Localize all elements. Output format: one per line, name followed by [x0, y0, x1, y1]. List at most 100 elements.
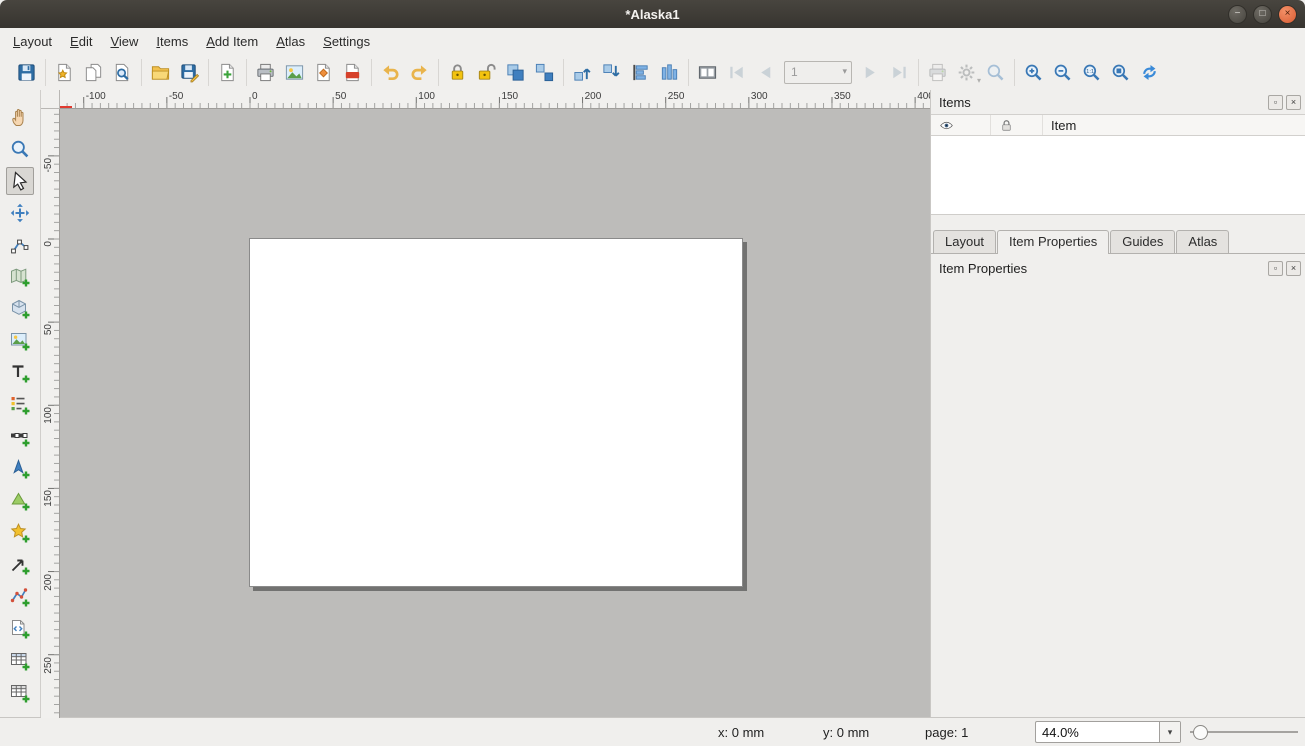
refresh-view-button[interactable] — [1136, 59, 1163, 86]
atlas-settings-button[interactable]: ▾ — [953, 59, 980, 86]
export-pdf-button[interactable] — [339, 59, 366, 86]
add-3d-map-tool[interactable] — [6, 295, 34, 323]
atlas-previous-feature-button[interactable] — [752, 59, 779, 86]
add-node-item-tool[interactable] — [6, 583, 34, 611]
zoom-level-value: 44.0% — [1042, 725, 1079, 740]
atlas-first-feature-button[interactable] — [723, 59, 750, 86]
add-fixed-table-tool[interactable] — [6, 679, 34, 707]
cursor-icon — [9, 170, 31, 192]
items-panel-close-button[interactable]: × — [1286, 95, 1301, 110]
edit-nodes-item-tool[interactable] — [6, 231, 34, 259]
raise-items-button[interactable] — [569, 59, 596, 86]
zoom-actual-icon: 1:1 — [1081, 62, 1102, 83]
toolbar-group: ▾ — [918, 59, 1014, 86]
menu-items[interactable]: Items — [147, 31, 197, 52]
pan-layout-tool[interactable] — [6, 103, 34, 131]
folder-icon — [150, 62, 171, 83]
add-north-arrow-tool[interactable] — [6, 455, 34, 483]
vertical-ruler[interactable]: -50050100150200250 — [41, 108, 60, 718]
atlas-feature-combo[interactable]: 1▾ — [784, 61, 852, 84]
atlas-last-feature-button[interactable] — [886, 59, 913, 86]
dropdown-arrow-icon[interactable]: ▾ — [1159, 722, 1180, 742]
items-panel-buttons: ▫ × — [1268, 95, 1301, 110]
unlock-items-button[interactable] — [473, 59, 500, 86]
menu-view[interactable]: View — [101, 31, 147, 52]
add-picture-tool[interactable] — [6, 327, 34, 355]
edit-nodes-icon — [9, 234, 31, 256]
export-svg-button[interactable] — [310, 59, 337, 86]
group-items-button[interactable] — [502, 59, 529, 86]
close-button[interactable]: × — [1278, 5, 1297, 24]
atlas-preview-button[interactable] — [694, 59, 721, 86]
move-content-icon — [9, 202, 31, 224]
layout-page[interactable] — [249, 238, 743, 587]
duplicate-layout-button[interactable] — [80, 59, 107, 86]
horizontal-ruler[interactable]: -100-50050100150200250300350400 — [59, 90, 930, 109]
tab-atlas[interactable]: Atlas — [1176, 230, 1229, 253]
zoom-full-extent-button[interactable] — [1107, 59, 1134, 86]
lock-items-button[interactable] — [444, 59, 471, 86]
redo-button[interactable] — [406, 59, 433, 86]
zoom-in-icon — [1023, 62, 1044, 83]
add-legend-tool[interactable] — [6, 391, 34, 419]
add-shape-tool[interactable] — [6, 487, 34, 515]
menu-settings[interactable]: Settings — [314, 31, 379, 52]
dropdown-arrow-icon: ▾ — [977, 77, 981, 85]
atlas-zoom-button[interactable] — [982, 59, 1009, 86]
zoom-tool[interactable] — [6, 135, 34, 163]
zoom-actual-size-button[interactable]: 1:1 — [1078, 59, 1105, 86]
add-attribute-table-tool[interactable] — [6, 647, 34, 675]
maximize-button[interactable]: □ — [1253, 5, 1272, 24]
new-layout-button[interactable] — [51, 59, 78, 86]
zoom-slider[interactable] — [1188, 718, 1302, 746]
add-scalebar-tool[interactable] — [6, 423, 34, 451]
lower-items-button[interactable] — [598, 59, 625, 86]
redo-icon — [409, 62, 430, 83]
select-move-item-tool[interactable] — [6, 167, 34, 195]
menu-atlas[interactable]: Atlas — [267, 31, 314, 52]
layout-manager-button[interactable] — [109, 59, 136, 86]
items-panel-float-button[interactable]: ▫ — [1268, 95, 1283, 110]
align-items-button[interactable] — [627, 59, 654, 86]
tab-guides[interactable]: Guides — [1110, 230, 1175, 253]
menu-edit[interactable]: Edit — [61, 31, 101, 52]
ruler-label: 150 — [43, 490, 54, 507]
zoom-in-button[interactable] — [1020, 59, 1047, 86]
tab-layout[interactable]: Layout — [933, 230, 996, 253]
save-project-button[interactable] — [13, 59, 40, 86]
load-template-button[interactable] — [147, 59, 174, 86]
distribute-items-button[interactable] — [656, 59, 683, 86]
minimize-button[interactable]: − — [1228, 5, 1247, 24]
atlas-next-feature-button[interactable] — [857, 59, 884, 86]
save-template-button[interactable] — [176, 59, 203, 86]
zoom-slider-handle[interactable] — [1193, 725, 1208, 740]
add-arrow-tool[interactable] — [6, 551, 34, 579]
ruler-label: 100 — [418, 91, 435, 102]
zoom-level-combo[interactable]: 44.0% ▾ — [1035, 721, 1181, 743]
toolbar-group — [246, 59, 371, 86]
unlock-icon — [476, 62, 497, 83]
lock-column-header — [991, 115, 1043, 135]
item-properties-float-button[interactable]: ▫ — [1268, 261, 1283, 276]
layout-canvas[interactable] — [59, 108, 930, 718]
add-label-icon — [9, 362, 31, 384]
titlebar[interactable]: *Alaska1 −□× — [0, 0, 1305, 29]
print-atlas-button[interactable] — [924, 59, 951, 86]
item-properties-close-button[interactable]: × — [1286, 261, 1301, 276]
top-toolbar: 1▾ ▾ 1:1 — [0, 54, 1305, 91]
move-item-content-tool[interactable] — [6, 199, 34, 227]
undo-button[interactable] — [377, 59, 404, 86]
print-button[interactable] — [252, 59, 279, 86]
zoom-out-button[interactable] — [1049, 59, 1076, 86]
menu-add-item[interactable]: Add Item — [197, 31, 267, 52]
menu-layout[interactable]: Layout — [4, 31, 61, 52]
export-image-button[interactable] — [281, 59, 308, 86]
add-marker-tool[interactable] — [6, 519, 34, 547]
items-list[interactable] — [931, 136, 1305, 215]
add-html-frame-tool[interactable] — [6, 615, 34, 643]
ungroup-items-button[interactable] — [531, 59, 558, 86]
add-map-tool[interactable] — [6, 263, 34, 291]
add-pages-button[interactable] — [214, 59, 241, 86]
tab-item-properties[interactable]: Item Properties — [997, 230, 1109, 254]
add-label-tool[interactable] — [6, 359, 34, 387]
